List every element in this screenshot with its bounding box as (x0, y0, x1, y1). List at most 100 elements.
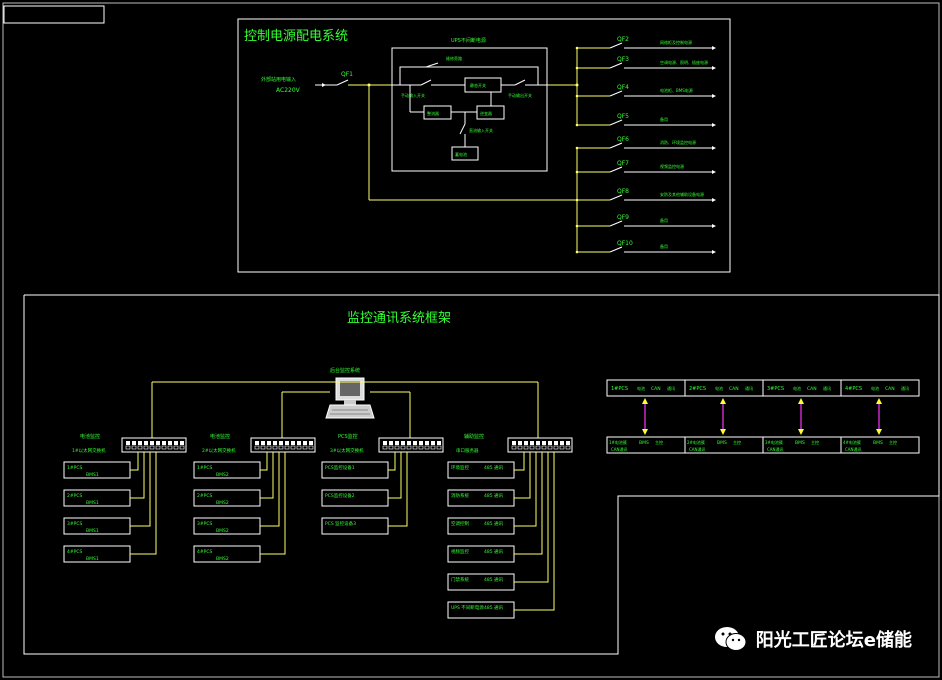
pcs-cell: 电池 (793, 385, 801, 391)
breaker-id: QF3 (617, 56, 629, 63)
device-name: 门禁系统 (451, 576, 469, 583)
ethernet-switch (250, 437, 316, 453)
device-name: 空调控制 (451, 520, 469, 527)
group-title: 辅助监控 (464, 433, 484, 440)
ethernet-switch (378, 437, 444, 453)
arrow-up-icon (876, 398, 882, 404)
device-name: 2#PCS (197, 493, 212, 499)
pcs-cell: CAN (885, 386, 895, 392)
arrow-up-icon (720, 398, 726, 404)
ethernet-switch (121, 437, 187, 453)
breaker-switch (609, 246, 623, 253)
comm-title: 监控通讯系统框架 (347, 311, 451, 326)
pcs-cell: 电池 (715, 385, 723, 391)
output-switch: 手动输出开关 (508, 92, 532, 98)
static-switch: 静态开关 (470, 82, 486, 88)
battery: 蓄电池 (455, 151, 467, 157)
group-title: PCS监控 (338, 433, 358, 440)
device-name: PCS 监控设备3 (325, 520, 356, 527)
manual-bypass: 手动输入开关 (401, 92, 425, 98)
wechat-icon (714, 626, 748, 652)
output-label: 空调电源、照明、插座电源 (660, 59, 708, 65)
device-protocol: BMS2 (216, 500, 229, 506)
input-label-1: 外部站用电输入 (261, 76, 296, 83)
bms-cell: CAN通讯 (611, 446, 628, 452)
arrow-up-icon (798, 398, 804, 404)
title-block (3, 5, 105, 24)
power-outputs: QF2 网络柜及控制电源 QF3 空调电源、照明、插座电源 QF4 电池柜、BMS电源 QF… (575, 36, 716, 254)
bms-cell: 主控 (811, 439, 819, 445)
bms-name: 2#电池簇 (687, 439, 705, 445)
device-protocol: BMS1 (86, 472, 99, 478)
comm-frame (23, 294, 940, 655)
breaker-id: QF4 (617, 84, 629, 91)
pcs-name: 2#PCS (689, 386, 706, 392)
arrow-down-icon (876, 429, 882, 435)
pcs-cell: CAN (651, 386, 661, 392)
breaker-switch (609, 42, 623, 49)
pcs-cell: CAN (729, 386, 739, 392)
pcs-name: 3#PCS (767, 386, 784, 392)
device-name: 消防系统 (451, 492, 469, 499)
pcs-cell: 通讯 (667, 385, 675, 391)
bms-name: 3#电池簇 (765, 439, 783, 445)
device-protocol: BMS1 (86, 528, 99, 534)
breaker-id: QF9 (617, 214, 629, 221)
group-subtitle: 1#以太网交换机 (72, 447, 106, 454)
breaker-id: QF10 (617, 240, 633, 247)
output-label: 备用 (660, 217, 668, 223)
device-protocol: 485 通讯 (484, 604, 504, 611)
breaker-switch (609, 119, 623, 126)
bms-cell: BMS (639, 440, 649, 446)
breaker-switch (609, 194, 623, 201)
group-title: 电池监控 (210, 433, 230, 440)
device-name: 1#PCS (67, 465, 82, 471)
device-protocol: BMS1 (86, 500, 99, 506)
breaker-switch (609, 62, 623, 69)
bms-cell: CAN通讯 (845, 446, 862, 452)
breaker-id: QF6 (617, 136, 629, 143)
rectifier: 整流器 (427, 110, 439, 116)
pcs-name: 4#PCS (845, 386, 862, 392)
computer-icon (325, 377, 375, 419)
ups-box (391, 47, 548, 172)
breaker-switch (609, 142, 623, 149)
breaker-id: QF7 (617, 160, 629, 167)
pcs-bms-grid: 1#PCS 电池 CAN 通讯1#电池簇 BMS 主控CAN通讯2#PCS 电池 CAN 通讯2… (606, 379, 920, 454)
breaker-id: QF8 (617, 188, 629, 195)
device-protocol: BMS2 (216, 528, 229, 534)
output-label: 安防及其他辅助设备电源 (660, 191, 704, 197)
pcs-cell: 电池 (871, 385, 879, 391)
device-protocol: BMS2 (216, 472, 229, 478)
device-name: UPS 不间断电源 (451, 604, 484, 611)
power-frame (237, 18, 731, 273)
bms-cell: BMS (717, 440, 727, 446)
device-protocol: BMS2 (216, 556, 229, 562)
bms-cell: CAN通讯 (767, 446, 784, 452)
power-title: 控制电源配电系统 (244, 29, 348, 44)
bms-cell: 主控 (655, 439, 663, 445)
bypass-label: 维修旁路 (446, 55, 462, 61)
pcs-cell: CAN (807, 386, 817, 392)
group-subtitle: 2#以太网交换机 (202, 447, 236, 454)
watermark: 阳光工匠论坛e储能 (714, 626, 912, 652)
drawing-border (2, 2, 940, 678)
ups-title: UPS不间断电源 (451, 37, 486, 44)
device-protocol: 485 通讯 (484, 520, 504, 527)
computer-label: 后台监控系统 (330, 367, 360, 374)
comm-groups: 电池监控 1#以太网交换机 1#PCS BMS1 2#PCS BMS1 3#PCS BMS1 4… (63, 433, 573, 619)
cad-drawing: 控制电源配电系统 外部站用电输入 AC220V QF1 UPS不间断电源 维修旁… (2, 2, 940, 678)
device-protocol: 485 通讯 (484, 492, 504, 499)
output-label: 电池柜、BMS电源 (660, 87, 693, 93)
device-name: PCS监控设备2 (325, 492, 355, 499)
device-name: 3#PCS (67, 521, 82, 527)
device-name: 4#PCS (197, 549, 212, 555)
input-label-2: AC220V (276, 87, 301, 94)
bms-cell: 主控 (733, 439, 741, 445)
pcs-cell: 通讯 (901, 385, 909, 391)
breaker-switch (609, 90, 623, 97)
output-label: 视频监控电源 (660, 163, 684, 169)
pcs-cell: 电池 (637, 385, 645, 391)
breaker-switch (609, 166, 623, 173)
group-subtitle: 3#以太网交换机 (330, 447, 364, 454)
